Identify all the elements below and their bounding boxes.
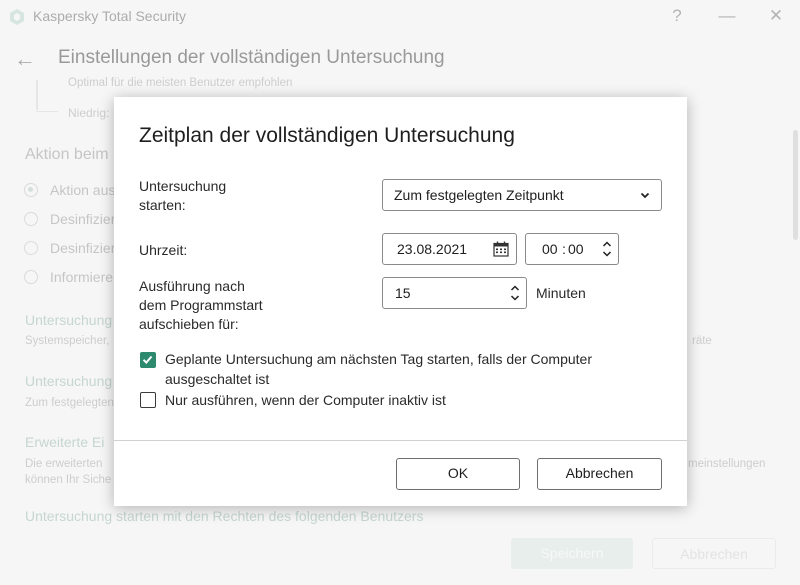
idle-only-checkbox-label[interactable]: Nur ausführen, wenn der Computer inaktiv… (165, 390, 446, 410)
start-scan-label: Untersuchung starten: (139, 177, 226, 215)
delay-minutes-stepper[interactable]: 15 (382, 277, 527, 309)
minute-value[interactable]: 00 (568, 241, 584, 257)
time-spinner-icon[interactable] (602, 240, 612, 258)
delay-unit-label: Minuten (536, 285, 586, 301)
delay-label: Ausführung nach dem Programmstart aufsch… (139, 277, 263, 334)
dialog-title: Zeitplan der vollständigen Untersuchung (139, 124, 515, 147)
schedule-dialog: Zeitplan der vollständigen Untersuchung … (114, 97, 687, 506)
time-label: Uhrzeit: (139, 242, 188, 258)
next-day-label-line-2: ausgeschaltet ist (165, 371, 270, 387)
cancel-button[interactable]: Abbrechen (537, 458, 662, 490)
checkmark-icon (142, 355, 153, 364)
delay-label-line-2: dem Programmstart (139, 297, 263, 313)
calendar-icon[interactable] (493, 241, 509, 257)
next-day-checkbox-label[interactable]: Geplante Untersuchung am nächsten Tag st… (165, 349, 592, 389)
start-scan-label-line-2: starten: (139, 197, 186, 213)
next-day-label-line-1: Geplante Untersuchung am nächsten Tag st… (165, 351, 592, 367)
hour-value[interactable]: 00 (542, 241, 558, 257)
dialog-divider (114, 440, 687, 441)
next-day-checkbox[interactable] (140, 352, 156, 368)
chevron-down-icon (640, 192, 650, 199)
start-scan-label-line-1: Untersuchung (139, 178, 227, 194)
idle-only-checkbox[interactable] (140, 392, 156, 408)
start-mode-select[interactable]: Zum festgelegten Zeitpunkt (382, 179, 662, 211)
start-mode-value: Zum festgelegten Zeitpunkt (394, 187, 564, 203)
ok-button[interactable]: OK (396, 458, 520, 490)
delay-spinner-icon[interactable] (510, 284, 520, 302)
date-field[interactable]: 23.08.2021 (382, 233, 517, 265)
delay-minutes-value: 15 (395, 285, 411, 301)
time-field[interactable]: 00 : 00 (525, 233, 619, 265)
delay-label-line-1: Ausführung nach (139, 278, 245, 294)
delay-label-line-3: aufschieben für: (139, 316, 239, 332)
time-separator: : (562, 241, 566, 257)
date-value: 23.08.2021 (397, 241, 468, 257)
